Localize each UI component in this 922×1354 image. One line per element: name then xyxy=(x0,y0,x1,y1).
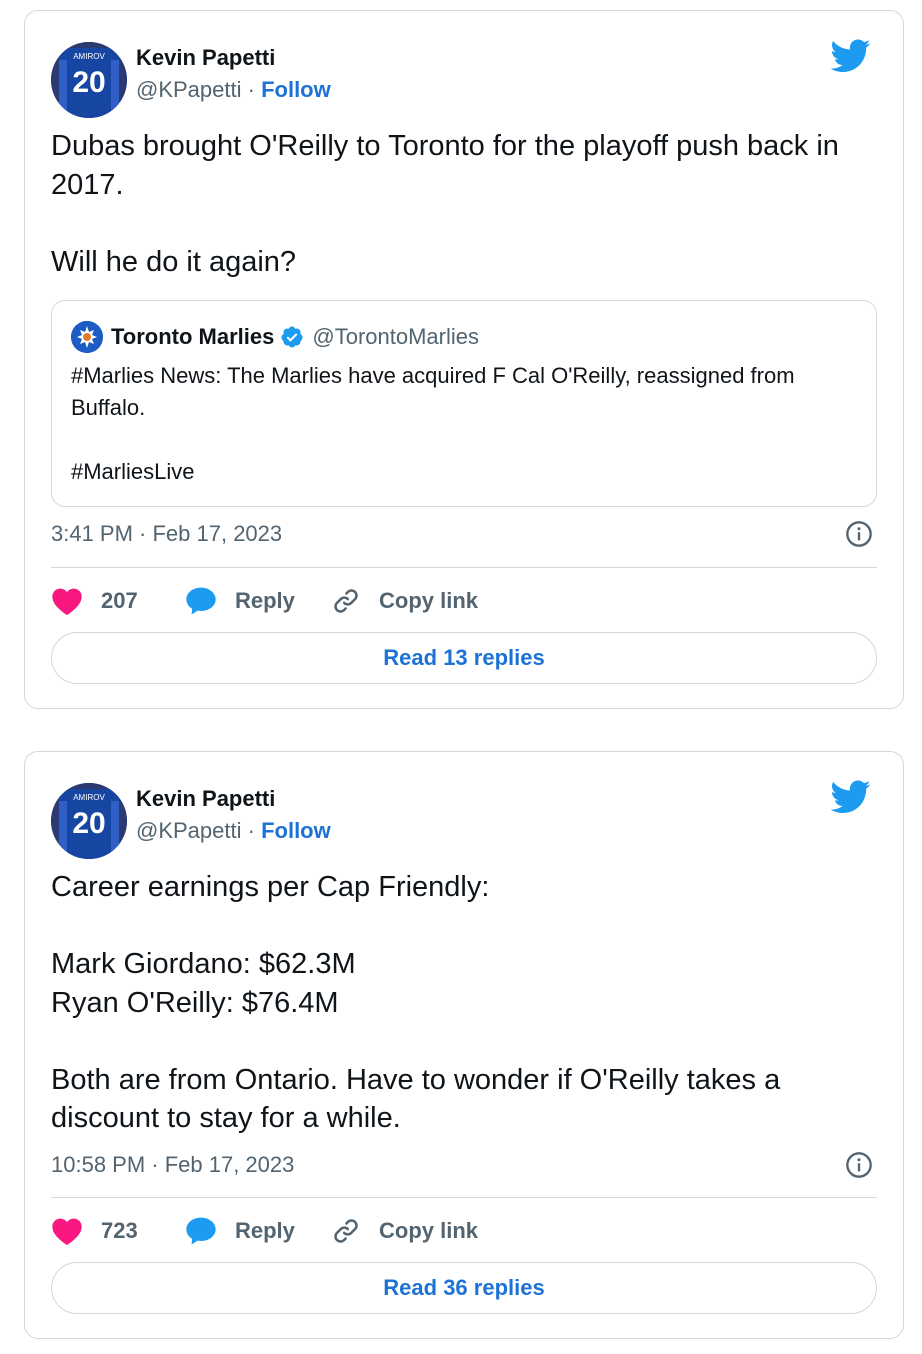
author-name[interactable]: Kevin Papetti xyxy=(136,43,331,73)
like-count: 723 xyxy=(101,1218,138,1243)
follow-button[interactable]: Follow xyxy=(261,818,331,843)
reply-label: Reply xyxy=(235,1218,295,1243)
action-bar: 723 Reply Copy link xyxy=(51,1211,877,1251)
copy-link-label: Copy link xyxy=(379,1218,479,1243)
link-icon xyxy=(334,589,358,613)
author-handle-row: @KPapetti · Follow xyxy=(136,814,331,848)
read-replies-button[interactable]: Read 13 replies xyxy=(51,632,877,684)
divider xyxy=(51,1197,877,1198)
author-block: Kevin Papetti @KPapetti · Follow xyxy=(136,784,331,848)
tweet-card: AMIROV 20 Kevin Papetti @KPapetti · Foll… xyxy=(24,10,904,709)
divider xyxy=(51,567,877,568)
reply-label: Reply xyxy=(235,588,295,613)
tweet-text: Career earnings per Cap Friendly: Mark G… xyxy=(51,871,781,1134)
action-bar: 207 Reply Copy link xyxy=(51,581,877,621)
marlies-logo-icon xyxy=(71,321,103,353)
tweet-header: AMIROV 20 Kevin Papetti @KPapetti · Foll… xyxy=(51,778,871,859)
tweet-header: AMIROV 20 Kevin Papetti @KPapetti · Foll… xyxy=(51,37,871,118)
read-replies-button[interactable]: Read 36 replies xyxy=(51,1262,877,1314)
quote-text: #Marlies News: The Marlies have acquired… xyxy=(71,363,795,484)
avatar-number: 20 xyxy=(72,66,105,99)
author-block: Kevin Papetti @KPapetti · Follow xyxy=(136,43,331,107)
like-button[interactable]: 207 xyxy=(51,581,138,621)
info-icon[interactable] xyxy=(845,520,873,548)
tweet-timestamp[interactable]: 3:41 PM · Feb 17, 2023 xyxy=(51,519,282,549)
copy-link-label: Copy link xyxy=(379,588,479,613)
like-button[interactable]: 723 xyxy=(51,1211,138,1251)
copy-link-button[interactable]: Copy link xyxy=(331,581,478,621)
separator-dot: · xyxy=(247,818,255,843)
reply-bubble-icon xyxy=(186,587,216,615)
reply-button[interactable]: Reply xyxy=(185,581,295,621)
tweet-card: AMIROV 20 Kevin Papetti @KPapetti · Foll… xyxy=(24,751,904,1339)
info-icon[interactable] xyxy=(845,1151,873,1179)
author-handle[interactable]: @KPapetti xyxy=(136,77,242,102)
quote-author-name: Toronto Marlies xyxy=(111,324,275,349)
like-count: 207 xyxy=(101,588,138,613)
heart-icon xyxy=(52,588,82,616)
author-name[interactable]: Kevin Papetti xyxy=(136,784,331,814)
avatar-nameplate: AMIROV xyxy=(73,793,105,802)
copy-link-button[interactable]: Copy link xyxy=(331,1211,478,1251)
quoted-tweet[interactable]: Toronto Marlies @TorontoMarlies #Marlies… xyxy=(51,300,877,507)
reply-bubble-icon xyxy=(186,1217,216,1245)
follow-button[interactable]: Follow xyxy=(261,77,331,102)
tweet-text: Dubas brought O'Reilly to Toronto for th… xyxy=(51,130,839,278)
twitter-bird-icon[interactable] xyxy=(831,39,871,73)
quote-header: Toronto Marlies @TorontoMarlies xyxy=(71,321,479,353)
avatar[interactable]: AMIROV 20 xyxy=(51,42,127,118)
avatar-nameplate: AMIROV xyxy=(73,52,105,61)
verified-badge-icon xyxy=(281,326,303,348)
avatar[interactable]: AMIROV 20 xyxy=(51,783,127,859)
heart-icon xyxy=(52,1218,82,1246)
link-icon xyxy=(334,1219,358,1243)
separator-dot: · xyxy=(247,77,255,102)
quote-author-handle: @TorontoMarlies xyxy=(312,324,480,349)
avatar-number: 20 xyxy=(72,807,105,840)
author-handle[interactable]: @KPapetti xyxy=(136,818,242,843)
tweet-timestamp[interactable]: 10:58 PM · Feb 17, 2023 xyxy=(51,1150,294,1180)
twitter-bird-icon[interactable] xyxy=(831,780,871,814)
author-handle-row: @KPapetti · Follow xyxy=(136,73,331,107)
reply-button[interactable]: Reply xyxy=(185,1211,295,1251)
